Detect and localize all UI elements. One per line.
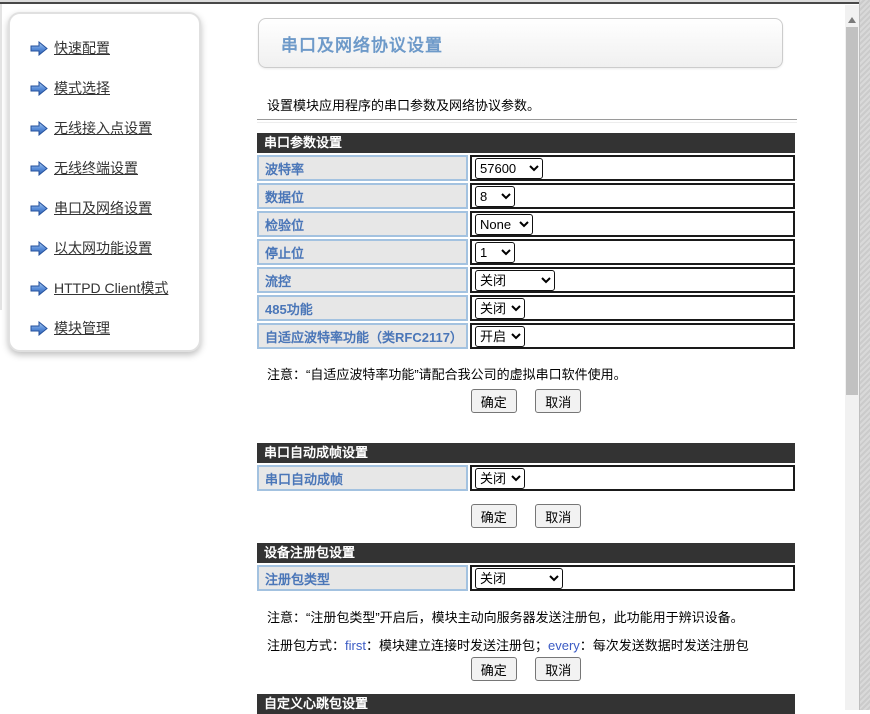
keyword-first: first — [345, 638, 366, 653]
table-header: 串口参数设置 — [257, 133, 795, 153]
row-label: 停止位 — [257, 239, 468, 265]
ok-button[interactable]: 确定 — [471, 657, 517, 681]
window-background-pattern — [859, 0, 870, 710]
serial-params-table: 串口参数设置 波特率 57600 数据位 8 检验位 None 停止位 1 — [257, 133, 795, 349]
keyword-every: every — [548, 638, 580, 653]
table-row: 停止位 1 — [257, 239, 795, 265]
arrow-right-icon — [30, 161, 48, 176]
divider — [257, 119, 797, 123]
cancel-button[interactable]: 取消 — [535, 504, 581, 528]
triangle-up-icon[interactable] — [848, 17, 856, 23]
stop-bits-select[interactable]: 1 — [475, 242, 515, 263]
table-row: 流控 关闭 — [257, 267, 795, 293]
cancel-button[interactable]: 取消 — [535, 657, 581, 681]
arrow-right-icon — [30, 121, 48, 136]
register-packet-table: 设备注册包设置 注册包类型 关闭 — [257, 543, 795, 591]
row-value-cell: 57600 — [470, 155, 795, 181]
register-note-1: 注意：“注册包类型”开启后，模块主动向服务器发送注册包，此功能用于辨识设备。 — [267, 607, 744, 626]
sidebar-item-label[interactable]: 无线接入点设置 — [54, 118, 152, 138]
arrow-right-icon — [30, 321, 48, 336]
row-value-cell: 关闭 — [470, 465, 795, 491]
table-row: 注册包类型 关闭 — [257, 565, 795, 591]
scrollbar[interactable] — [845, 5, 859, 710]
cancel-button[interactable]: 取消 — [535, 389, 581, 413]
sidebar-item-label[interactable]: 串口及网络设置 — [54, 198, 152, 218]
page-header: 串口及网络协议设置 — [258, 18, 783, 68]
note-text: ：每次发送数据时发送注册包 — [580, 638, 749, 653]
table-header: 串口自动成帧设置 — [257, 443, 795, 463]
row-label: 自适应波特率功能（类RFC2117） — [257, 323, 468, 349]
row-label: 串口自动成帧 — [257, 465, 468, 491]
row-value-cell: None — [470, 211, 795, 237]
note-text: 注册包方式： — [267, 638, 345, 653]
sidebar-item-ethernet[interactable]: 以太网功能设置 — [30, 236, 199, 260]
sidebar-item-wireless-ap[interactable]: 无线接入点设置 — [30, 116, 199, 140]
row-label: 流控 — [257, 267, 468, 293]
serial-button-row: 确定 取消 — [257, 389, 795, 413]
rs485-function-select[interactable]: 关闭 — [475, 298, 525, 319]
register-button-row: 确定 取消 — [257, 657, 795, 681]
sidebar-item-label[interactable]: 模式选择 — [54, 78, 110, 98]
sidebar: 快速配置 模式选择 无线接入点设置 无线终端设置 串口及网络设置 以太网功能设置… — [8, 12, 201, 352]
auto-framing-select[interactable]: 关闭 — [475, 468, 525, 489]
table-row: 数据位 8 — [257, 183, 795, 209]
table-header: 自定义心跳包设置 — [257, 694, 795, 714]
data-bits-select[interactable]: 8 — [475, 186, 515, 207]
row-label: 检验位 — [257, 211, 468, 237]
register-note-2: 注册包方式：first：模块建立连接时发送注册包；every：每次发送数据时发送… — [267, 635, 749, 654]
row-label: 波特率 — [257, 155, 468, 181]
register-packet-type-select[interactable]: 关闭 — [475, 568, 563, 589]
page-subtitle: 设置模块应用程序的串口参数及网络协议参数。 — [267, 95, 540, 114]
table-row: 自适应波特率功能（类RFC2117） 开启 — [257, 323, 795, 349]
arrow-right-icon — [30, 41, 48, 56]
row-label: 数据位 — [257, 183, 468, 209]
sidebar-item-mode-select[interactable]: 模式选择 — [30, 76, 199, 100]
sidebar-item-wireless-sta[interactable]: 无线终端设置 — [30, 156, 199, 180]
serial-note: 注意：“自适应波特率功能”请配合我公司的虚拟串口软件使用。 — [267, 364, 627, 383]
arrow-right-icon — [30, 241, 48, 256]
sidebar-item-label[interactable]: 以太网功能设置 — [54, 238, 152, 258]
auto-framing-table: 串口自动成帧设置 串口自动成帧 关闭 — [257, 443, 795, 491]
note-text: ：模块建立连接时发送注册包； — [366, 638, 548, 653]
arrow-right-icon — [30, 81, 48, 96]
row-value-cell: 关闭 — [470, 267, 795, 293]
sidebar-item-label[interactable]: 无线终端设置 — [54, 158, 138, 178]
row-label: 485功能 — [257, 295, 468, 321]
sidebar-item-httpd-client[interactable]: HTTPD Client模式 — [30, 276, 199, 300]
framing-button-row: 确定 取消 — [257, 504, 795, 528]
row-value-cell: 8 — [470, 183, 795, 209]
table-row: 485功能 关闭 — [257, 295, 795, 321]
row-value-cell: 关闭 — [470, 295, 795, 321]
ok-button[interactable]: 确定 — [471, 504, 517, 528]
heartbeat-table: 自定义心跳包设置 — [257, 694, 795, 714]
table-row: 检验位 None — [257, 211, 795, 237]
sidebar-item-label[interactable]: 快速配置 — [54, 38, 110, 58]
window-top-edge — [0, 0, 870, 5]
adaptive-baud-select[interactable]: 开启 — [475, 326, 525, 347]
page-title: 串口及网络协议设置 — [281, 31, 443, 56]
row-label: 注册包类型 — [257, 565, 468, 591]
window-left-edge — [0, 4, 2, 310]
ok-button[interactable]: 确定 — [471, 389, 517, 413]
sidebar-item-quick-config[interactable]: 快速配置 — [30, 36, 199, 60]
sidebar-item-module-admin[interactable]: 模块管理 — [30, 316, 199, 340]
flow-control-select[interactable]: 关闭 — [475, 270, 555, 291]
arrow-right-icon — [30, 281, 48, 296]
scrollbar-thumb[interactable] — [846, 27, 858, 395]
table-header: 设备注册包设置 — [257, 543, 795, 563]
table-row: 波特率 57600 — [257, 155, 795, 181]
sidebar-item-label[interactable]: HTTPD Client模式 — [54, 278, 168, 298]
arrow-right-icon — [30, 201, 48, 216]
row-value-cell: 关闭 — [470, 565, 795, 591]
parity-select[interactable]: None — [475, 214, 533, 235]
row-value-cell: 开启 — [470, 323, 795, 349]
row-value-cell: 1 — [470, 239, 795, 265]
table-row: 串口自动成帧 关闭 — [257, 465, 795, 491]
sidebar-item-serial-network[interactable]: 串口及网络设置 — [30, 196, 199, 220]
sidebar-item-label[interactable]: 模块管理 — [54, 318, 110, 338]
baud-rate-select[interactable]: 57600 — [475, 158, 543, 179]
